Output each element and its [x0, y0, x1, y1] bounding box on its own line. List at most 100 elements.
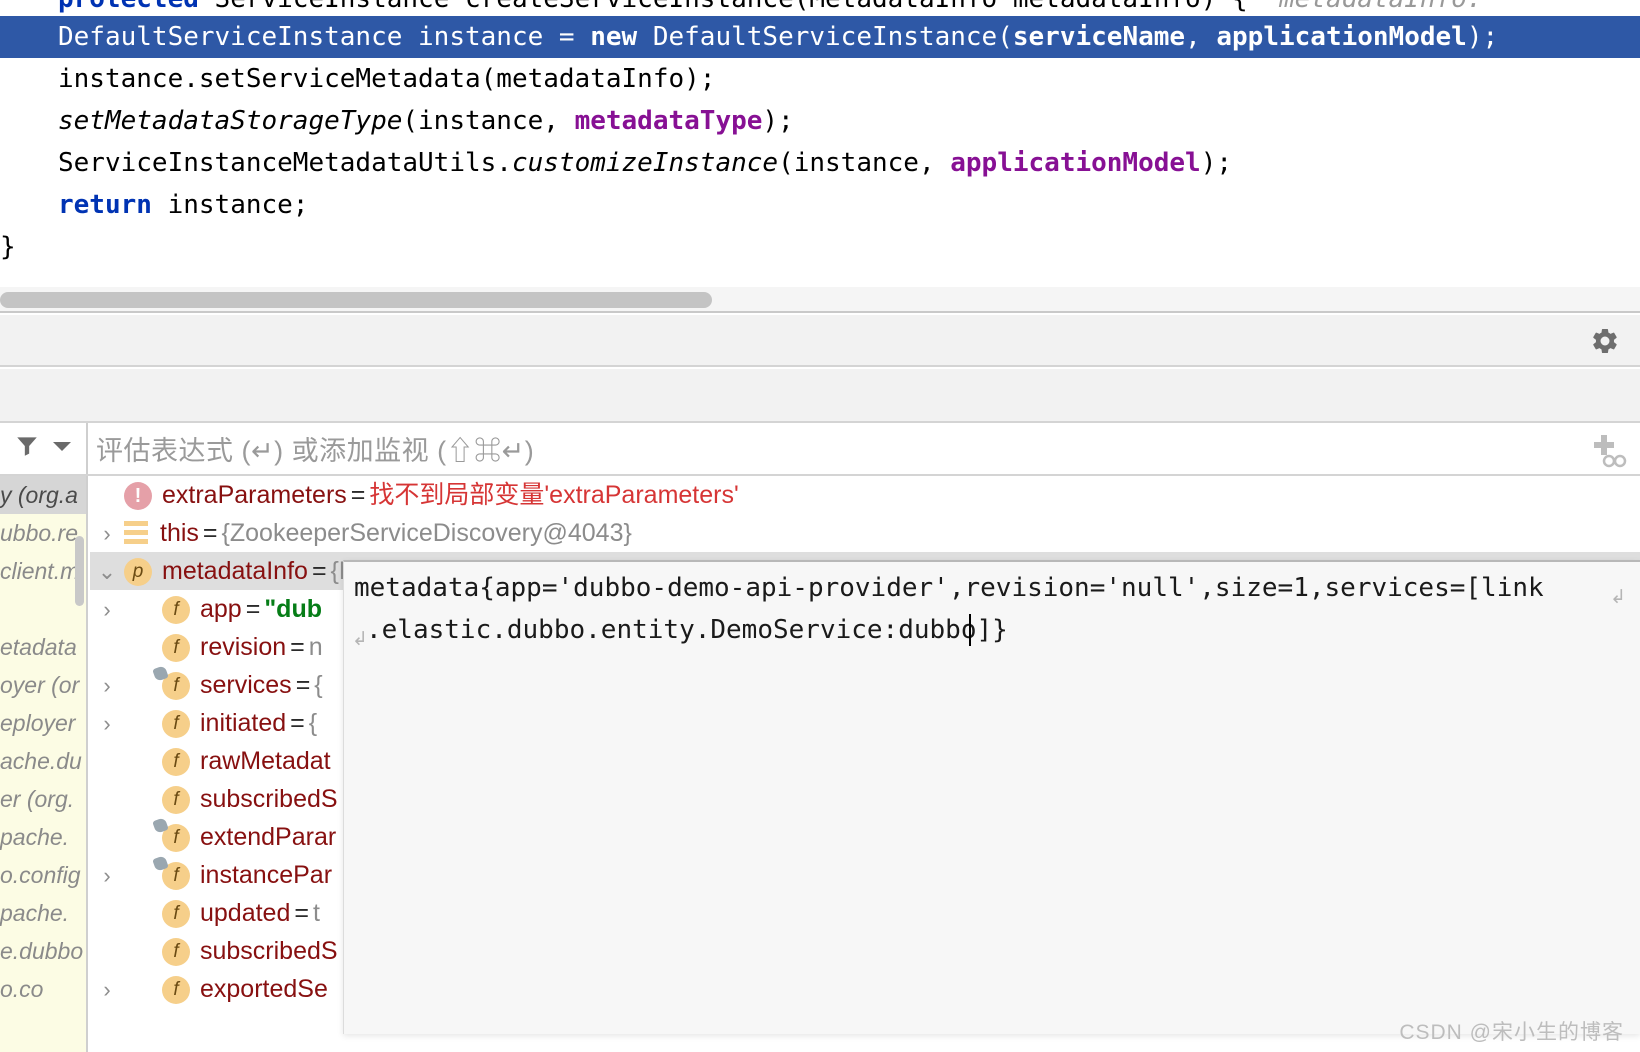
evaluate-expression-input[interactable]: 评估表达式 (↵) 或添加监视 (⇧⌘↵) [96, 423, 1526, 474]
variable-name: extendParar [200, 823, 336, 851]
variable-value: t [313, 899, 320, 927]
code-editor[interactable]: protected ServiceInstance createServiceI… [0, 0, 1640, 287]
evaluate-expression-placeholder: 评估表达式 (↵) 或添加监视 (⇧⌘↵) [96, 429, 534, 468]
code-line-set-metadata-storage-type[interactable]: setMetadataStorageType(instance, metadat… [0, 100, 1640, 142]
frame-row[interactable]: y (org.a [0, 476, 86, 514]
frame-label: er (org. [0, 786, 74, 812]
variable-name: initiated [200, 709, 286, 737]
frame-row[interactable]: pache. [0, 894, 86, 932]
field-badge-icon: f [162, 938, 190, 966]
frame-label: ache.du [0, 748, 82, 774]
gear-icon[interactable] [1588, 324, 1622, 358]
watch-pin-icon [152, 818, 169, 834]
field-badge-icon: f [162, 672, 190, 700]
code-token-text: , [1185, 22, 1216, 52]
frame-label: o.co [0, 976, 43, 1002]
code-token-field-serviceName: serviceName [1013, 22, 1185, 52]
variable-name: exportedSe [200, 975, 328, 1003]
add-watch-icon[interactable] [1584, 429, 1628, 471]
variable-value: n [309, 633, 323, 661]
variable-value: "dub [264, 595, 322, 623]
code-token-text: (instance, [778, 148, 950, 178]
code-line-return-instance[interactable]: return instance; [0, 184, 1640, 226]
funnel-icon[interactable] [13, 433, 41, 464]
chevron-right-icon[interactable]: › [90, 971, 124, 1008]
field-badge-icon: f [162, 634, 190, 662]
chevron-down-icon[interactable] [50, 438, 74, 459]
frame-label: e.dubbo [0, 938, 83, 964]
variable-row[interactable]: ›this={ZookeeperServiceDiscovery@4043} [90, 514, 1640, 552]
code-token-field-applicationModel: applicationModel [1216, 22, 1466, 52]
chevron-down-icon[interactable]: ⌄ [90, 553, 124, 590]
code-token-keyword: protected [58, 0, 199, 14]
equals-sign: = [290, 899, 313, 927]
watermark: CSDN @宋小生的博客 [1399, 1016, 1624, 1046]
parameter-badge-icon: p [124, 558, 152, 586]
equals-sign: = [286, 633, 309, 661]
value-inspection-popup[interactable]: ◫ metadata{app='dubbo-demo-api-provider'… [343, 560, 1640, 1034]
code-token-text: ); [1201, 148, 1232, 178]
editor-scrollbar-thumb[interactable] [0, 292, 712, 308]
frame-label: o.config [0, 862, 81, 888]
frame-row[interactable]: o.config [0, 856, 86, 894]
popup-value-line-1: metadata{app='dubbo-demo-api-provider',r… [354, 573, 1544, 603]
code-token-text: ServiceInstanceMetadataUtils. [58, 148, 512, 178]
frame-row[interactable]: client.m [0, 552, 86, 590]
code-token-text: ServiceInstance createServiceInstance(Me… [199, 0, 1279, 14]
frame-row[interactable]: ache.du [0, 742, 86, 780]
variable-name: metadataInfo [162, 557, 308, 585]
code-line-customize-instance[interactable]: ServiceInstanceMetadataUtils.customizeIn… [0, 142, 1640, 184]
frame-row[interactable]: ubbo.re [0, 514, 86, 552]
field-badge-icon: f [162, 786, 190, 814]
chevron-right-icon[interactable]: › [90, 705, 124, 742]
chevron-right-icon[interactable]: › [90, 667, 124, 704]
code-line-close-brace[interactable]: } [0, 226, 1640, 268]
code-line-set-service-metadata[interactable]: instance.setServiceMetadata(metadataInfo… [0, 58, 1640, 100]
frames-list: y (org.a ubbo.re client.m etadata oyer (or ep… [0, 476, 86, 1008]
frame-label: oyer (or [0, 672, 79, 698]
frame-row[interactable]: pache. [0, 818, 86, 856]
watch-pin-icon [152, 666, 169, 682]
frame-row[interactable]: etadata [0, 628, 86, 666]
frame-row[interactable]: er (org. [0, 780, 86, 818]
code-token-field-applicationModel2: applicationModel [950, 148, 1200, 178]
field-badge-icon: f [162, 976, 190, 1004]
object-badge-icon [124, 521, 148, 547]
variable-name: app [200, 595, 242, 623]
frame-label: ubbo.re [0, 520, 78, 546]
code-token-text: ); [1467, 22, 1498, 52]
field-badge-icon: f [162, 824, 190, 852]
evaluate-expression-bar: 评估表达式 (↵) 或添加监视 (⇧⌘↵) [0, 421, 1640, 476]
variable-name: extraParameters [162, 481, 347, 509]
chevron-right-icon[interactable]: › [90, 857, 124, 894]
equals-sign: = [347, 481, 370, 509]
equals-sign: = [242, 595, 265, 623]
equals-sign: = [199, 519, 222, 547]
frame-row[interactable]: e.dubbo [0, 932, 86, 970]
variable-name: services [200, 671, 292, 699]
frame-row[interactable]: eployer [0, 704, 86, 742]
frames-scrollbar-thumb[interactable] [75, 536, 84, 606]
code-token-keyword-new: new [590, 22, 637, 52]
call-stack-frames-panel[interactable]: y (org.a ubbo.re client.m etadata oyer (or ep… [0, 476, 88, 1052]
code-line-declare-instance[interactable]: DefaultServiceInstance instance = new De… [0, 16, 1640, 58]
editor-horizontal-scrollbar[interactable] [0, 287, 1640, 313]
wrap-marker-icon: ↲ [1610, 586, 1626, 609]
code-token-text: } [0, 232, 16, 262]
frame-label: pache. [0, 900, 69, 926]
chevron-right-icon[interactable]: › [90, 591, 124, 628]
frame-label: etadata [0, 634, 77, 660]
debugger-toolbar [0, 315, 1640, 367]
frame-row[interactable] [0, 590, 86, 628]
variable-row[interactable]: !extraParameters=找不到局部变量'extraParameters… [90, 476, 1640, 514]
popup-value-line-2: .elastic.dubbo.entity.DemoService:dubbo]… [366, 615, 1008, 645]
chevron-right-icon[interactable]: › [90, 515, 124, 552]
code-token-keyword-return: return [58, 190, 152, 220]
variable-value: { [309, 709, 317, 737]
frame-row[interactable]: oyer (or [0, 666, 86, 704]
frame-row[interactable]: o.co [0, 970, 86, 1008]
code-token-method-static: setMetadataStorageType [58, 106, 402, 136]
code-token-text: instance; [152, 190, 309, 220]
variable-name: subscribedS [200, 785, 338, 813]
field-badge-icon: f [162, 596, 190, 624]
